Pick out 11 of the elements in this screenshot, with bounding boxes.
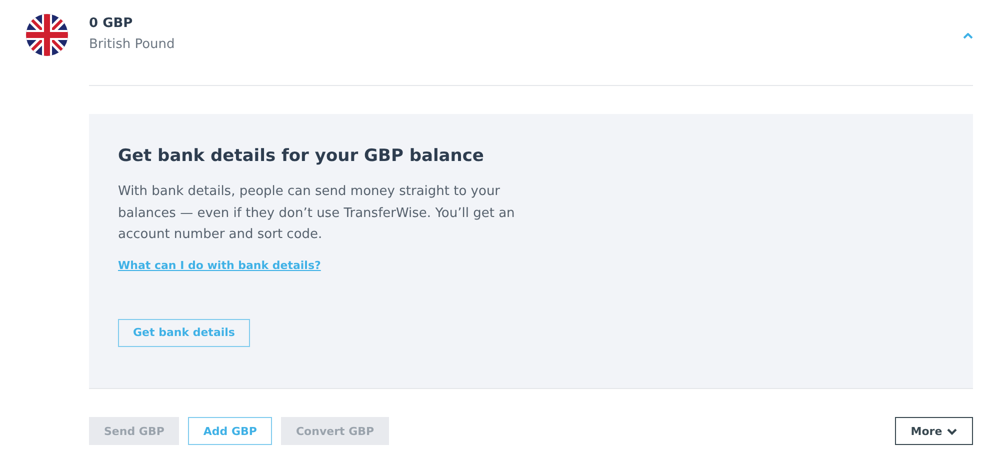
action-button[interactable]: Add GBP <box>188 417 272 445</box>
panel-title: Get bank details for your GBP balance <box>118 145 485 167</box>
get-bank-details-button[interactable]: Get bank details <box>118 318 250 346</box>
currency-name: British Pound <box>89 36 175 54</box>
chevron-down-icon <box>947 428 958 434</box>
help-link[interactable]: What can I do with bank details? <box>118 258 321 272</box>
panel-description: With bank details, people can send money straight to your balances — even if they don’t use TransferWise. You’ll get an account number and sort code. <box>118 183 516 244</box>
collapse-toggle[interactable] <box>961 31 975 41</box>
balance-amount: 0 GBP <box>89 15 134 33</box>
uk-flag-icon <box>26 14 68 56</box>
more-button[interactable]: More <box>895 417 973 445</box>
